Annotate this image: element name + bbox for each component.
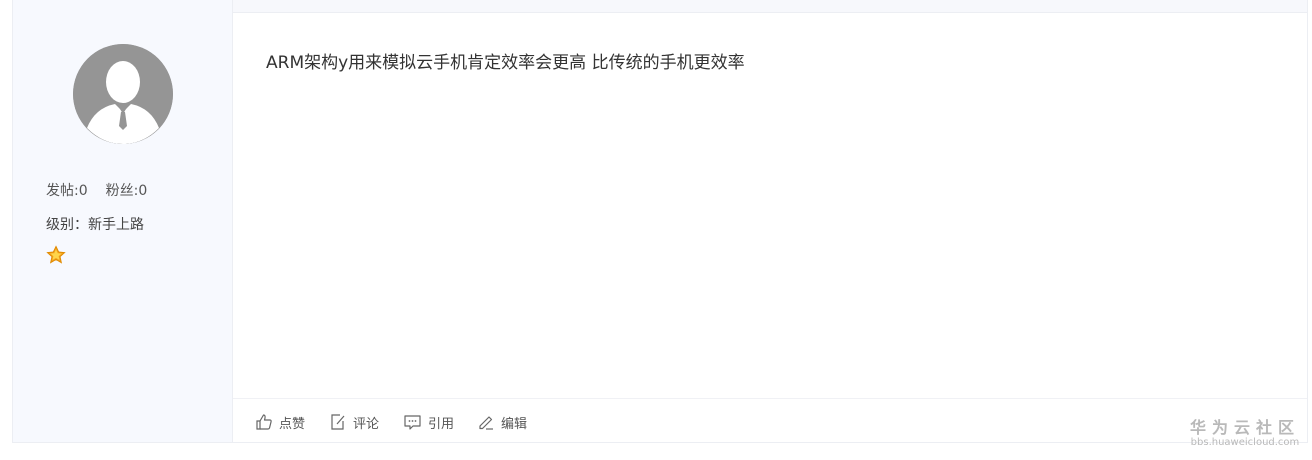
like-button[interactable]: 点赞 xyxy=(255,411,305,433)
user-avatar-icon[interactable] xyxy=(73,44,173,144)
comment-label: 评论 xyxy=(353,416,380,432)
fans-count[interactable]: 粉丝:0 xyxy=(106,183,148,199)
watermark: 华为云社区 bbs.huaweicloud.com xyxy=(1190,419,1300,449)
watermark-url: bbs.huaweicloud.com xyxy=(1190,437,1300,448)
quote-button[interactable]: 引用 xyxy=(403,411,454,433)
speech-bubble-icon xyxy=(404,415,421,430)
edit-label: 编辑 xyxy=(501,416,528,432)
forum-post: 发帖:0 粉丝:0 级别：新手上路 ARM架构y用来模拟云手机肯定效率会更高 比传… xyxy=(12,0,1308,443)
edit-note-icon xyxy=(331,414,345,430)
comment-button[interactable]: 评论 xyxy=(329,411,379,433)
edit-button[interactable]: 编辑 xyxy=(477,411,527,433)
author-level: 级别：新手上路 xyxy=(46,217,144,233)
watermark-title: 华为云社区 xyxy=(1189,418,1300,437)
post-action-bar: 点赞 评论 引用 编辑 xyxy=(233,398,1307,443)
quote-label: 引用 xyxy=(428,416,455,432)
post-top-strip xyxy=(233,0,1307,13)
author-sidebar: 发帖:0 粉丝:0 级别：新手上路 xyxy=(13,0,233,442)
like-label: 点赞 xyxy=(279,416,306,432)
star-medal-icon xyxy=(46,245,66,265)
pencil-icon xyxy=(479,416,493,430)
author-stats: 发帖:0 粉丝:0 xyxy=(46,180,147,200)
posts-count[interactable]: 发帖:0 xyxy=(46,183,88,199)
thumbs-up-icon xyxy=(256,414,272,430)
post-content: ARM架构y用来模拟云手机肯定效率会更高 比传统的手机更效率 xyxy=(266,53,745,73)
